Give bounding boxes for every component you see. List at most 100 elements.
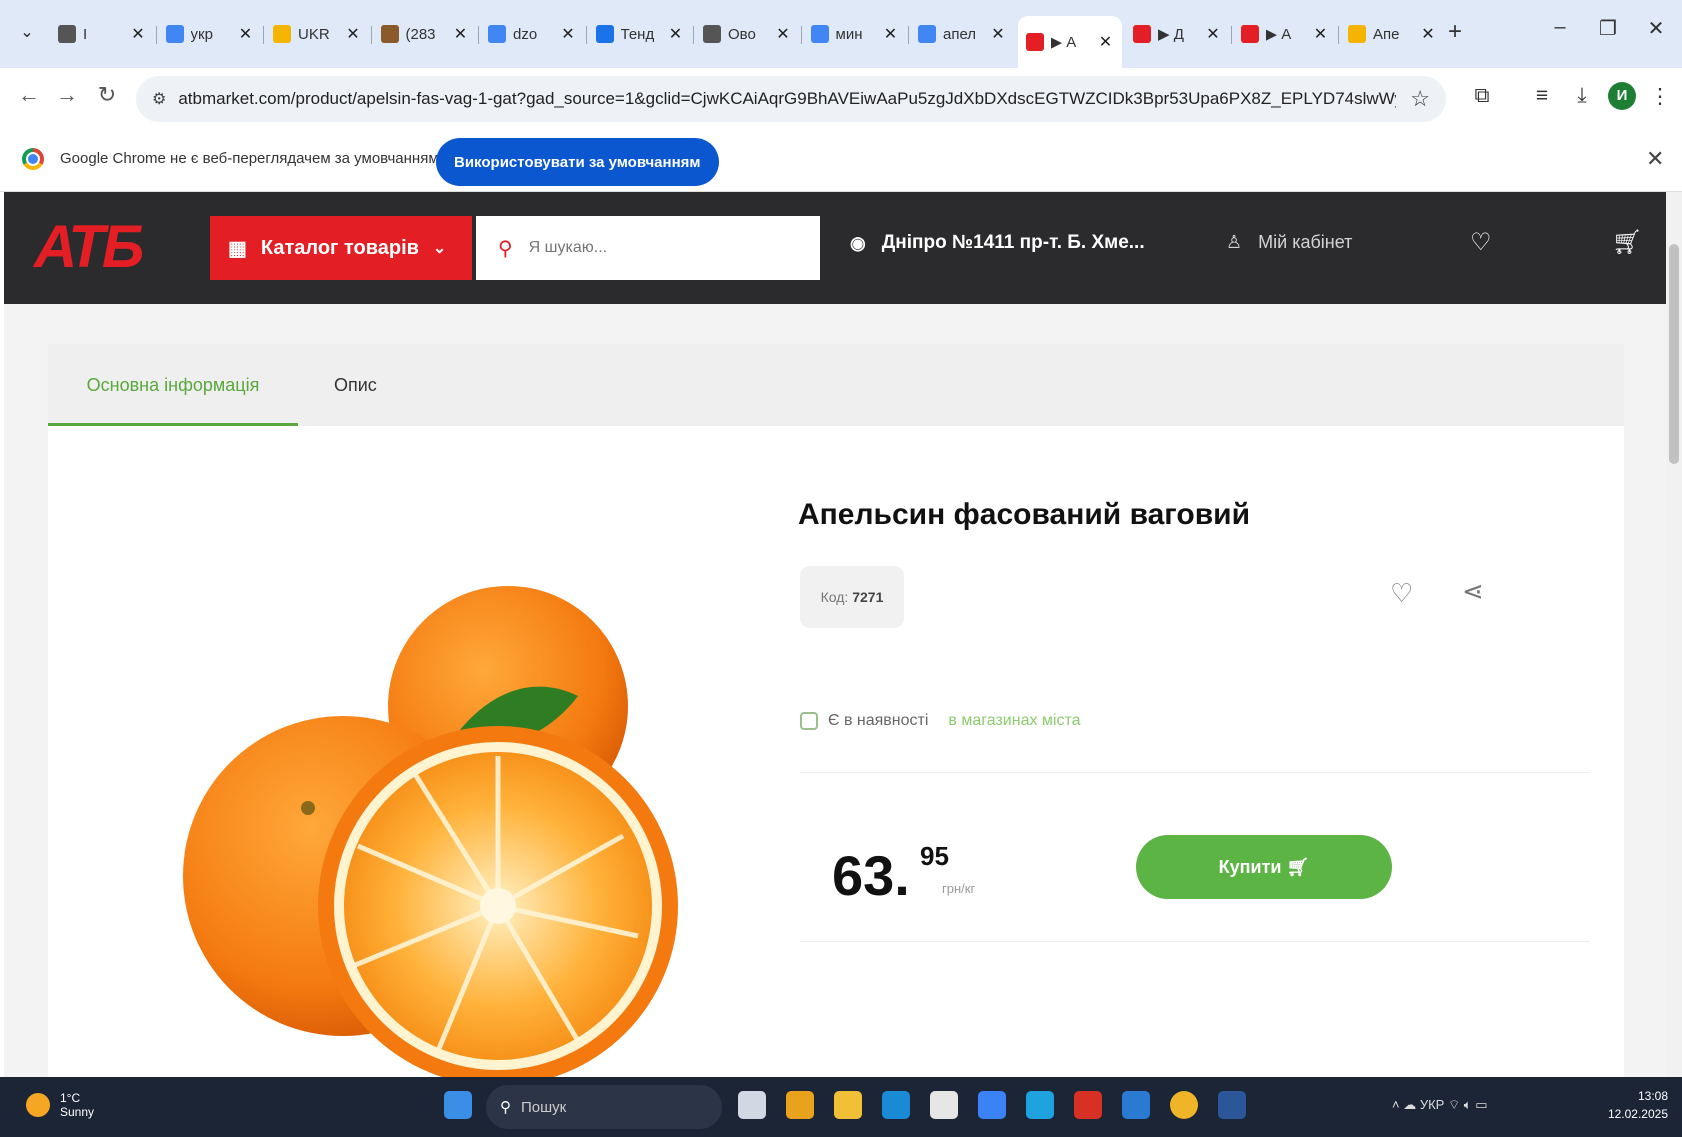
atb-icon: [1240, 25, 1259, 43]
atb-icon: [1133, 25, 1151, 43]
system-tray[interactable]: ˄ ☁ УКР ⌔ 🔈︎ ▭: [1392, 1097, 1487, 1113]
page-scrollbar[interactable]: [1666, 192, 1682, 1077]
infobar-close-icon[interactable]: ✕: [1646, 146, 1664, 172]
search-icon: ⚲: [498, 237, 513, 260]
tab-close-icon[interactable]: ✕: [560, 24, 576, 44]
browser-tab[interactable]: I ✕: [50, 16, 154, 52]
browser-tab[interactable]: мин ✕: [803, 16, 907, 52]
chevron-down-icon: ⌄: [432, 240, 447, 257]
product-image: [168, 556, 688, 1077]
buy-button[interactable]: Купити 🛒︎: [1136, 835, 1392, 899]
tab-main-info[interactable]: Основна інформація: [48, 344, 298, 426]
browser-tab-label: Тенд: [620, 25, 655, 43]
taskbar-search[interactable]: ⚲ Пошук: [486, 1085, 722, 1129]
url-text[interactable]: atbmarket.com/product/apelsin-fas-vag-1-…: [178, 89, 1396, 109]
outlook-icon[interactable]: [1122, 1091, 1150, 1119]
browser-tab[interactable]: Апе ✕: [1340, 16, 1444, 52]
favorites-heart-icon[interactable]: ♡: [1470, 228, 1492, 257]
restore-icon[interactable]: ❐: [1588, 16, 1628, 41]
start-icon[interactable]: [444, 1091, 472, 1119]
stock-status: Є в наявності в магазинах міста: [800, 712, 1081, 730]
back-icon[interactable]: ←: [14, 82, 44, 108]
browser-toolbar: ← → ↻ ⚙ atbmarket.com/product/apelsin-fa…: [0, 68, 1682, 130]
browser-tab[interactable]: dzo ✕: [480, 16, 584, 52]
minimize-icon[interactable]: –: [1540, 16, 1580, 39]
system-clock[interactable]: 13:08 12.02.2025: [1600, 1087, 1668, 1123]
extensions-icon[interactable]: ⧉: [1466, 84, 1498, 108]
search-input[interactable]: [526, 238, 767, 258]
browser-tab[interactable]: ▶ Д ✕: [1125, 16, 1229, 52]
cart-icon[interactable]: 🛒︎: [1612, 228, 1642, 257]
site-settings-icon[interactable]: ⚙: [152, 89, 166, 109]
tab-close-icon[interactable]: ✕: [1205, 24, 1221, 44]
catalog-button[interactable]: ▦ Каталог товарів ⌄: [210, 216, 472, 280]
tab-close-icon[interactable]: ✕: [990, 24, 1006, 44]
product-page: Основна інформація Опис Апельсин фасован…: [4, 304, 1666, 1077]
store-location[interactable]: ◉ Дніпро №1411 пр-т. Б. Хме...: [850, 232, 1145, 254]
tab-separator: [800, 26, 802, 44]
stores-availability-link[interactable]: в магазинах міста: [948, 712, 1080, 730]
browser-tab[interactable]: ▶ А ✕: [1017, 16, 1122, 68]
forward-icon[interactable]: →: [52, 82, 82, 108]
atb-logo[interactable]: АТБ: [34, 212, 144, 281]
media-control-icon[interactable]: ≡: [1526, 84, 1558, 108]
tab-description[interactable]: Опис: [334, 344, 377, 426]
price-main: 63.: [832, 844, 910, 907]
browser-tab[interactable]: (283 ✕: [373, 16, 477, 52]
cart-icon: 🛒︎: [1286, 856, 1310, 877]
tab-close-icon[interactable]: ✕: [345, 24, 361, 44]
close-window-icon[interactable]: ✕: [1636, 16, 1676, 41]
tab-close-icon[interactable]: ✕: [668, 24, 684, 44]
help-icon[interactable]: [1026, 1091, 1054, 1119]
store-icon[interactable]: [930, 1091, 958, 1119]
scrollbar-thumb[interactable]: [1669, 244, 1679, 464]
browser-tab[interactable]: апел ✕: [910, 16, 1014, 52]
sun-icon: [26, 1093, 50, 1117]
tab-close-icon[interactable]: ✕: [775, 24, 791, 44]
share-icon[interactable]: ⋖: [1462, 576, 1484, 607]
browser-tab-label: ▶ А: [1050, 34, 1077, 51]
address-bar[interactable]: ⚙ atbmarket.com/product/apelsin-fas-vag-…: [136, 76, 1446, 122]
site-search[interactable]: ⚲: [476, 216, 820, 280]
tab-close-icon[interactable]: ✕: [130, 24, 146, 44]
tab-search-dropdown-icon[interactable]: ⌄: [14, 20, 40, 46]
eye-icon: [703, 25, 721, 43]
clock-time: 13:08: [1637, 1089, 1668, 1103]
set-default-button[interactable]: Використовувати за умовчанням: [436, 138, 719, 186]
chrome-taskbar-icon[interactable]: [1170, 1091, 1198, 1119]
task-view-icon[interactable]: [738, 1091, 766, 1119]
tab-close-icon[interactable]: ✕: [238, 24, 254, 44]
taskbar-search-placeholder: Пошук: [521, 1098, 567, 1116]
my-account-link[interactable]: ♙ Мій кабінет: [1226, 232, 1352, 253]
edge-icon[interactable]: [882, 1091, 910, 1119]
profile-avatar[interactable]: И: [1608, 82, 1636, 110]
bookmark-star-icon[interactable]: ☆: [1410, 86, 1430, 112]
menu-kebab-icon[interactable]: ⋮: [1644, 84, 1676, 109]
word-icon[interactable]: [1218, 1091, 1246, 1119]
tab-separator: [1338, 26, 1339, 44]
tab-close-icon[interactable]: ✕: [1313, 24, 1329, 44]
weather-widget[interactable]: 1°C Sunny: [26, 1091, 94, 1119]
browser-tab[interactable]: укр ✕: [158, 16, 262, 52]
browser-tab[interactable]: UKR ✕: [265, 16, 369, 52]
new-tab-button[interactable]: +: [1448, 18, 1462, 46]
tab-close-icon[interactable]: ✕: [883, 24, 899, 44]
price-cents: 95: [920, 841, 949, 871]
add-to-favorites-heart-icon[interactable]: ♡: [1390, 578, 1413, 609]
default-browser-infobar: Google Chrome не є веб-переглядачем за у…: [0, 130, 1682, 192]
product-tabs: Основна інформація Опис: [48, 344, 1624, 426]
image-icon: [380, 25, 399, 43]
download-icon[interactable]: ⤓: [1566, 84, 1598, 108]
tab-close-icon[interactable]: ✕: [1420, 24, 1436, 44]
browser-tab[interactable]: Тенд ✕: [588, 16, 692, 52]
browser-tab[interactable]: Ово ✕: [695, 16, 799, 52]
calculator-icon[interactable]: [978, 1091, 1006, 1119]
reload-icon[interactable]: ↻: [92, 82, 122, 108]
app-red-icon[interactable]: [1074, 1091, 1102, 1119]
tray-language[interactable]: УКР: [1420, 1097, 1445, 1112]
file-explorer-icon[interactable]: [834, 1091, 862, 1119]
tab-close-icon[interactable]: ✕: [1098, 32, 1114, 52]
browser-tab[interactable]: ▶ А ✕: [1233, 16, 1337, 52]
tab-close-icon[interactable]: ✕: [453, 24, 469, 44]
copilot-icon[interactable]: [786, 1091, 814, 1119]
